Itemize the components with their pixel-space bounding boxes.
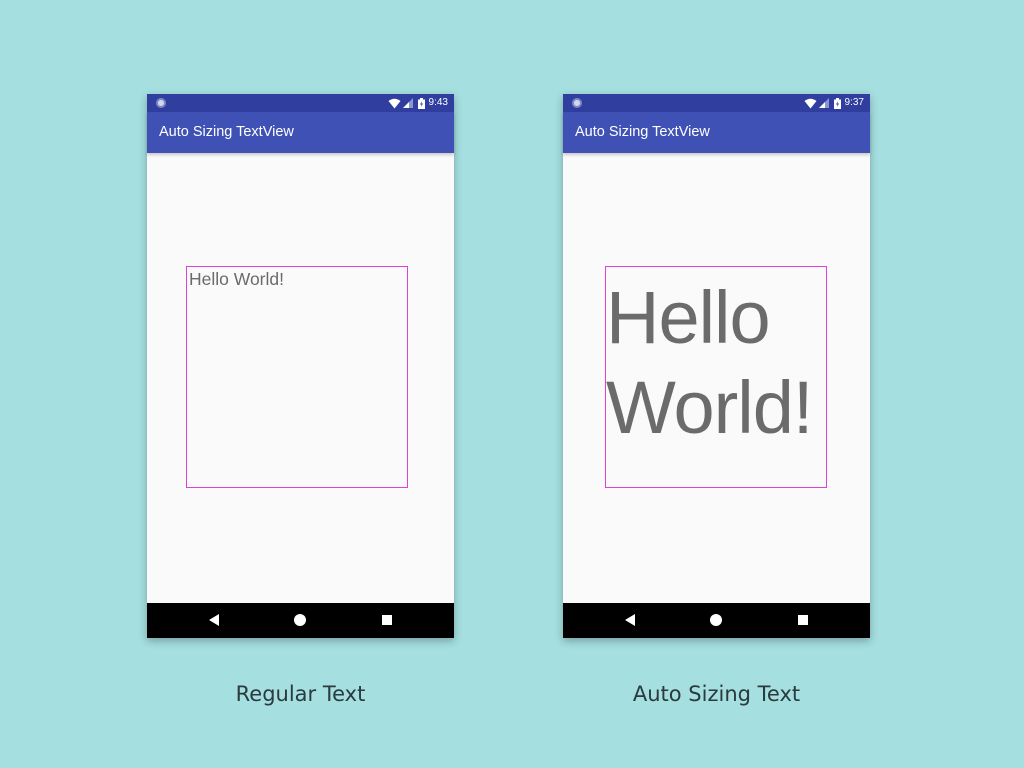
hello-world-text: Hello World!	[189, 269, 284, 289]
notification-dot-icon	[156, 98, 166, 108]
caption-auto-sizing-text: Auto Sizing Text	[632, 682, 801, 706]
back-triangle-icon[interactable]	[625, 614, 635, 626]
signal-icon	[818, 98, 829, 108]
status-time: 9:43	[428, 97, 448, 108]
wifi-icon	[804, 98, 817, 108]
content-area: Hello World!	[563, 153, 870, 603]
status-icons: 9:37	[804, 96, 864, 110]
text-view-box: Hello World!	[605, 266, 827, 488]
text-view-box: Hello World!	[186, 266, 408, 488]
notification-dot-icon	[572, 98, 582, 108]
home-circle-icon[interactable]	[294, 614, 306, 626]
recents-square-icon[interactable]	[798, 615, 808, 625]
hello-line: Hello	[606, 276, 771, 359]
signal-icon	[402, 98, 413, 108]
navigation-bar	[563, 603, 870, 638]
back-triangle-icon[interactable]	[209, 614, 219, 626]
app-title: Auto Sizing TextView	[159, 124, 294, 140]
phone-regular-text: 9:43 Auto Sizing TextView Hello World!	[147, 94, 454, 638]
battery-charging-icon	[417, 97, 425, 109]
app-bar: Auto Sizing TextView	[147, 112, 454, 153]
status-bar: 9:37	[563, 94, 870, 112]
status-icons: 9:43	[388, 96, 448, 110]
world-line: World!	[606, 366, 813, 449]
recents-square-icon[interactable]	[382, 615, 392, 625]
content-area: Hello World!	[147, 153, 454, 603]
status-time: 9:37	[844, 97, 864, 108]
hello-world-autosized-text: Hello World!	[606, 273, 826, 453]
battery-charging-icon	[833, 97, 841, 109]
app-bar: Auto Sizing TextView	[563, 112, 870, 153]
status-bar: 9:43	[147, 94, 454, 112]
caption-regular-text: Regular Text	[235, 682, 366, 706]
navigation-bar	[147, 603, 454, 638]
home-circle-icon[interactable]	[710, 614, 722, 626]
phone-auto-sizing-text: 9:37 Auto Sizing TextView Hello World!	[563, 94, 870, 638]
app-title: Auto Sizing TextView	[575, 124, 710, 140]
wifi-icon	[388, 98, 401, 108]
